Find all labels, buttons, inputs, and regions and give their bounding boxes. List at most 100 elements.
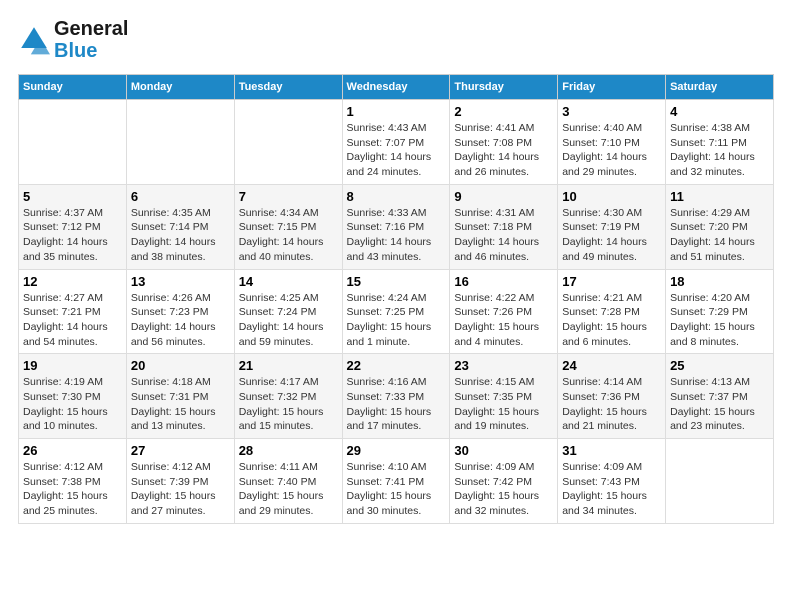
day-info: Sunrise: 4:38 AM Sunset: 7:11 PM Dayligh… bbox=[670, 121, 769, 180]
calendar-cell: 8 Sunrise: 4:33 AM Sunset: 7:16 PM Daylig… bbox=[342, 184, 450, 269]
calendar-cell: 21 Sunrise: 4:17 AM Sunset: 7:32 PM Dayli… bbox=[234, 354, 342, 439]
day-number: 4 bbox=[670, 104, 769, 119]
day-info: Sunrise: 4:43 AM Sunset: 7:07 PM Dayligh… bbox=[347, 121, 446, 180]
calendar-cell: 14 Sunrise: 4:25 AM Sunset: 7:24 PM Dayli… bbox=[234, 269, 342, 354]
calendar-week-1: 1 Sunrise: 4:43 AM Sunset: 7:07 PM Daylig… bbox=[19, 100, 774, 185]
day-header-tuesday: Tuesday bbox=[234, 75, 342, 100]
calendar-cell: 17 Sunrise: 4:21 AM Sunset: 7:28 PM Dayli… bbox=[558, 269, 666, 354]
calendar-cell: 1 Sunrise: 4:43 AM Sunset: 7:07 PM Daylig… bbox=[342, 100, 450, 185]
calendar-cell: 27 Sunrise: 4:12 AM Sunset: 7:39 PM Dayli… bbox=[126, 439, 234, 524]
calendar-cell: 20Sunrise: 4:18 AM Sunset: 7:31 PM Dayli… bbox=[126, 354, 234, 439]
calendar-cell: 29 Sunrise: 4:10 AM Sunset: 7:41 PM Dayli… bbox=[342, 439, 450, 524]
logo: General Blue bbox=[18, 18, 128, 62]
calendar-cell: 31 Sunrise: 4:09 AM Sunset: 7:43 PM Dayli… bbox=[558, 439, 666, 524]
day-number: 23 bbox=[454, 358, 553, 373]
day-info: Sunrise: 4:31 AM Sunset: 7:18 PM Dayligh… bbox=[454, 206, 553, 265]
day-info: Sunrise: 4:09 AM Sunset: 7:42 PM Dayligh… bbox=[454, 460, 553, 519]
calendar-week-4: 19Sunrise: 4:19 AM Sunset: 7:30 PM Dayli… bbox=[19, 354, 774, 439]
day-info: Sunrise: 4:21 AM Sunset: 7:28 PM Dayligh… bbox=[562, 291, 661, 350]
day-info: Sunrise: 4:22 AM Sunset: 7:26 PM Dayligh… bbox=[454, 291, 553, 350]
day-info: Sunrise: 4:12 AM Sunset: 7:38 PM Dayligh… bbox=[23, 460, 122, 519]
day-info: Sunrise: 4:41 AM Sunset: 7:08 PM Dayligh… bbox=[454, 121, 553, 180]
calendar-week-5: 26 Sunrise: 4:12 AM Sunset: 7:38 PM Dayli… bbox=[19, 439, 774, 524]
calendar-body: 1 Sunrise: 4:43 AM Sunset: 7:07 PM Daylig… bbox=[19, 100, 774, 524]
day-number: 12 bbox=[23, 274, 122, 289]
day-info: Sunrise: 4:19 AM Sunset: 7:30 PM Dayligh… bbox=[23, 375, 122, 434]
day-info: Sunrise: 4:09 AM Sunset: 7:43 PM Dayligh… bbox=[562, 460, 661, 519]
day-number: 10 bbox=[562, 189, 661, 204]
header: General Blue bbox=[18, 18, 774, 62]
calendar-cell bbox=[234, 100, 342, 185]
day-header-sunday: Sunday bbox=[19, 75, 127, 100]
calendar-cell: 18 Sunrise: 4:20 AM Sunset: 7:29 PM Dayli… bbox=[666, 269, 774, 354]
calendar-cell: 12Sunrise: 4:27 AM Sunset: 7:21 PM Dayli… bbox=[19, 269, 127, 354]
day-info: Sunrise: 4:14 AM Sunset: 7:36 PM Dayligh… bbox=[562, 375, 661, 434]
day-number: 27 bbox=[131, 443, 230, 458]
day-number: 31 bbox=[562, 443, 661, 458]
day-info: Sunrise: 4:29 AM Sunset: 7:20 PM Dayligh… bbox=[670, 206, 769, 265]
day-number: 22 bbox=[347, 358, 446, 373]
day-number: 11 bbox=[670, 189, 769, 204]
day-info: Sunrise: 4:33 AM Sunset: 7:16 PM Dayligh… bbox=[347, 206, 446, 265]
day-number: 8 bbox=[347, 189, 446, 204]
calendar-cell: 10 Sunrise: 4:30 AM Sunset: 7:19 PM Dayli… bbox=[558, 184, 666, 269]
day-number: 15 bbox=[347, 274, 446, 289]
day-number: 21 bbox=[239, 358, 338, 373]
calendar-cell: 6 Sunrise: 4:35 AM Sunset: 7:14 PM Daylig… bbox=[126, 184, 234, 269]
day-number: 5 bbox=[23, 189, 122, 204]
calendar-cell: 19Sunrise: 4:19 AM Sunset: 7:30 PM Dayli… bbox=[19, 354, 127, 439]
calendar-cell: 28 Sunrise: 4:11 AM Sunset: 7:40 PM Dayli… bbox=[234, 439, 342, 524]
logo-icon bbox=[18, 24, 50, 56]
day-info: Sunrise: 4:26 AM Sunset: 7:23 PM Dayligh… bbox=[131, 291, 230, 350]
day-number: 14 bbox=[239, 274, 338, 289]
day-number: 6 bbox=[131, 189, 230, 204]
calendar-cell: 24 Sunrise: 4:14 AM Sunset: 7:36 PM Dayli… bbox=[558, 354, 666, 439]
day-info: Sunrise: 4:17 AM Sunset: 7:32 PM Dayligh… bbox=[239, 375, 338, 434]
day-number: 18 bbox=[670, 274, 769, 289]
calendar-cell: 23 Sunrise: 4:15 AM Sunset: 7:35 PM Dayli… bbox=[450, 354, 558, 439]
day-number: 7 bbox=[239, 189, 338, 204]
day-number: 28 bbox=[239, 443, 338, 458]
day-info: Sunrise: 4:15 AM Sunset: 7:35 PM Dayligh… bbox=[454, 375, 553, 434]
calendar-cell: 2 Sunrise: 4:41 AM Sunset: 7:08 PM Daylig… bbox=[450, 100, 558, 185]
day-number: 29 bbox=[347, 443, 446, 458]
calendar-cell: 7 Sunrise: 4:34 AM Sunset: 7:15 PM Daylig… bbox=[234, 184, 342, 269]
day-number: 16 bbox=[454, 274, 553, 289]
calendar-week-2: 5 Sunrise: 4:37 AM Sunset: 7:12 PM Daylig… bbox=[19, 184, 774, 269]
calendar-cell: 11 Sunrise: 4:29 AM Sunset: 7:20 PM Dayli… bbox=[666, 184, 774, 269]
calendar-cell: 15 Sunrise: 4:24 AM Sunset: 7:25 PM Dayli… bbox=[342, 269, 450, 354]
day-number: 25 bbox=[670, 358, 769, 373]
day-number: 26 bbox=[23, 443, 122, 458]
day-info: Sunrise: 4:25 AM Sunset: 7:24 PM Dayligh… bbox=[239, 291, 338, 350]
day-number: 3 bbox=[562, 104, 661, 119]
calendar-page: General Blue SundayMondayTuesdayWednesda… bbox=[0, 0, 792, 534]
day-header-friday: Friday bbox=[558, 75, 666, 100]
calendar-cell: 4 Sunrise: 4:38 AM Sunset: 7:11 PM Daylig… bbox=[666, 100, 774, 185]
day-info: Sunrise: 4:20 AM Sunset: 7:29 PM Dayligh… bbox=[670, 291, 769, 350]
calendar-cell: 9 Sunrise: 4:31 AM Sunset: 7:18 PM Daylig… bbox=[450, 184, 558, 269]
day-header-saturday: Saturday bbox=[666, 75, 774, 100]
day-info: Sunrise: 4:37 AM Sunset: 7:12 PM Dayligh… bbox=[23, 206, 122, 265]
day-info: Sunrise: 4:10 AM Sunset: 7:41 PM Dayligh… bbox=[347, 460, 446, 519]
day-number: 17 bbox=[562, 274, 661, 289]
day-number: 24 bbox=[562, 358, 661, 373]
header-row: SundayMondayTuesdayWednesdayThursdayFrid… bbox=[19, 75, 774, 100]
day-header-wednesday: Wednesday bbox=[342, 75, 450, 100]
day-number: 2 bbox=[454, 104, 553, 119]
day-info: Sunrise: 4:30 AM Sunset: 7:19 PM Dayligh… bbox=[562, 206, 661, 265]
day-info: Sunrise: 4:34 AM Sunset: 7:15 PM Dayligh… bbox=[239, 206, 338, 265]
day-info: Sunrise: 4:11 AM Sunset: 7:40 PM Dayligh… bbox=[239, 460, 338, 519]
day-number: 1 bbox=[347, 104, 446, 119]
day-number: 9 bbox=[454, 189, 553, 204]
calendar-cell: 13 Sunrise: 4:26 AM Sunset: 7:23 PM Dayli… bbox=[126, 269, 234, 354]
calendar-cell: 16 Sunrise: 4:22 AM Sunset: 7:26 PM Dayli… bbox=[450, 269, 558, 354]
day-info: Sunrise: 4:18 AM Sunset: 7:31 PM Dayligh… bbox=[131, 375, 230, 434]
day-header-monday: Monday bbox=[126, 75, 234, 100]
calendar-week-3: 12Sunrise: 4:27 AM Sunset: 7:21 PM Dayli… bbox=[19, 269, 774, 354]
day-info: Sunrise: 4:35 AM Sunset: 7:14 PM Dayligh… bbox=[131, 206, 230, 265]
day-info: Sunrise: 4:24 AM Sunset: 7:25 PM Dayligh… bbox=[347, 291, 446, 350]
day-info: Sunrise: 4:13 AM Sunset: 7:37 PM Dayligh… bbox=[670, 375, 769, 434]
calendar-cell: 3Sunrise: 4:40 AM Sunset: 7:10 PM Daylig… bbox=[558, 100, 666, 185]
day-info: Sunrise: 4:12 AM Sunset: 7:39 PM Dayligh… bbox=[131, 460, 230, 519]
day-number: 13 bbox=[131, 274, 230, 289]
